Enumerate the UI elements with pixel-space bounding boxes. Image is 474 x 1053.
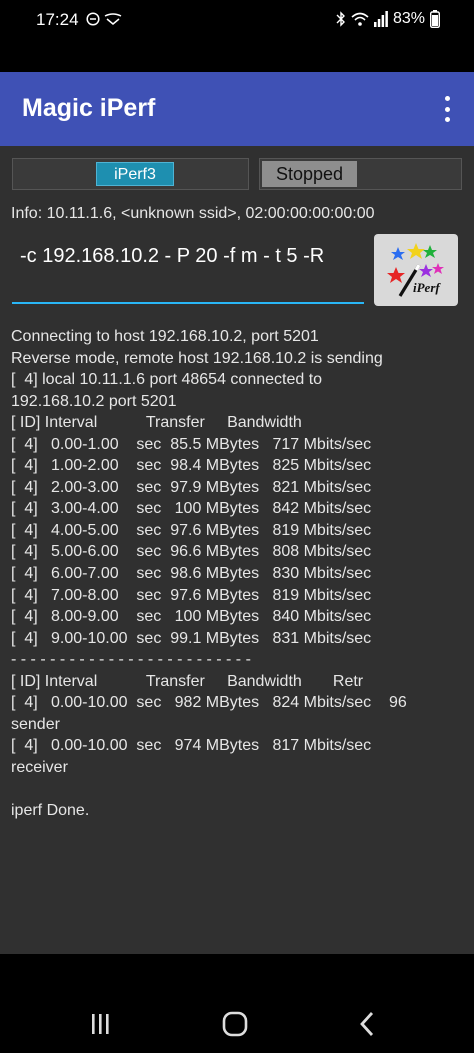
status-bar: 17:24 83%	[0, 0, 474, 72]
output-line: [ 4] local 10.11.1.6 port 48654 connecte…	[11, 371, 323, 389]
output-line: Connecting to host 192.168.10.2, port 52…	[11, 328, 319, 345]
connection-info: Info: 10.11.1.6, <unknown ssid>, 02:00:0…	[11, 205, 375, 222]
output-line: [ 4] 4.00-5.00 sec 97.6 MBytes 819 Mbits…	[11, 521, 372, 539]
run-logo-button[interactable]: iPerf	[374, 234, 458, 306]
recents-icon[interactable]	[82, 1006, 118, 1042]
status-time: 17:24	[36, 10, 79, 29]
output-line: 192.168.10.2 port 5201	[11, 392, 177, 410]
logo-text: iPerf	[413, 280, 441, 295]
battery-icon	[430, 10, 440, 28]
mode-selector-value: iPerf3	[96, 162, 174, 186]
output-log: Connecting to host 192.168.10.2, port 52…	[11, 326, 467, 822]
navigation-bar	[0, 954, 474, 1053]
start-stop-toggle[interactable]: Stopped	[259, 158, 462, 190]
app-title: Magic iPerf	[22, 94, 156, 122]
output-line: [ 4] 5.00-6.00 sec 96.6 MBytes 808 Mbits…	[11, 543, 372, 561]
output-line: [ 4] 0.00-10.00 sec 982 MBytes 824 Mbits…	[11, 694, 407, 712]
status-right: 83%	[336, 10, 440, 28]
cast-icon	[104, 13, 122, 25]
status-left-icons	[86, 12, 122, 26]
output-line: [ ID] Interval Transfer Bandwidth Retr	[11, 672, 364, 690]
bluetooth-icon	[336, 11, 345, 27]
output-line: [ 4] 0.00-10.00 sec 974 MBytes 817 Mbits…	[11, 737, 372, 755]
output-line: [ 4] 9.00-10.00 sec 99.1 MBytes 831 Mbit…	[11, 629, 372, 647]
output-line: receiver	[11, 758, 68, 776]
output-line: iperf Done.	[11, 802, 90, 820]
output-line: - - - - - - - - - - - - - - - - - - - - …	[11, 651, 251, 669]
overflow-menu-icon[interactable]	[440, 96, 454, 122]
start-stop-toggle-label: Stopped	[262, 161, 357, 187]
command-input[interactable]: -c 192.168.10.2 - P 20 -f m - t 5 -R	[12, 242, 364, 304]
output-line: Reverse mode, remote host 192.168.10.2 i…	[11, 349, 383, 367]
mode-selector[interactable]: iPerf3	[12, 158, 249, 190]
output-line: [ 4] 3.00-4.00 sec 100 MBytes 842 Mbits/…	[11, 500, 372, 518]
output-line: [ 4] 2.00-3.00 sec 97.9 MBytes 821 Mbits…	[11, 478, 372, 496]
output-line: [ 4] 0.00-1.00 sec 85.5 MBytes 717 Mbits…	[11, 435, 372, 453]
app-bar: Magic iPerf	[0, 72, 474, 146]
battery-percent: 83%	[392, 10, 425, 27]
home-icon[interactable]	[217, 1006, 253, 1042]
wifi-icon	[351, 12, 369, 26]
magic-wand-icon: iPerf	[387, 243, 444, 297]
output-line: [ 4] 8.00-9.00 sec 100 MBytes 840 Mbits/…	[11, 608, 372, 626]
signal-icon	[373, 11, 388, 27]
output-line: [ ID] Interval Transfer Bandwidth	[11, 414, 302, 432]
back-icon[interactable]	[350, 1006, 386, 1042]
output-line: sender	[11, 715, 60, 733]
output-line: [ 4] 7.00-8.00 sec 97.6 MBytes 819 Mbits…	[11, 586, 372, 604]
output-line: [ 4] 1.00-2.00 sec 98.4 MBytes 825 Mbits…	[11, 457, 372, 475]
output-line: [ 4] 6.00-7.00 sec 98.6 MBytes 830 Mbits…	[11, 565, 372, 583]
main-content: iPerf3 Stopped Info: 10.11.1.6, <unknown…	[0, 146, 474, 954]
dnd-icon	[86, 12, 100, 26]
